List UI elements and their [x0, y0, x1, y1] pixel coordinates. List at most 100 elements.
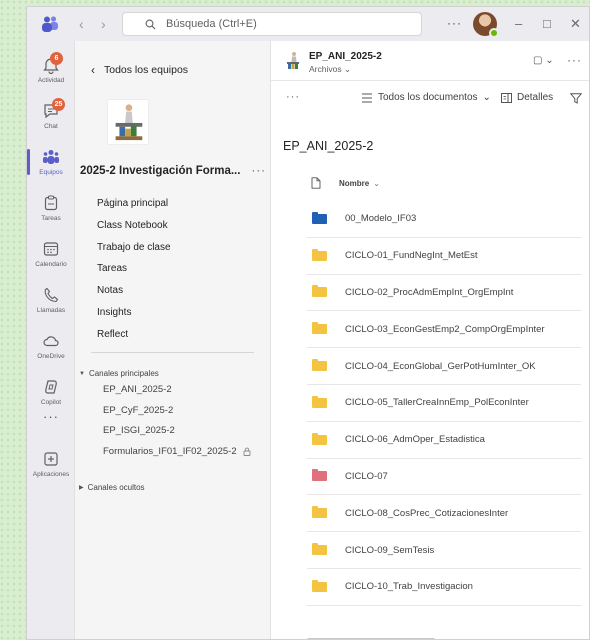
view-selector[interactable]: Todos los documentos ⌄ [361, 92, 491, 103]
folder-icon [312, 469, 327, 482]
details-button[interactable]: Detalles [501, 92, 553, 103]
details-pane-icon [501, 92, 512, 103]
files-toolbar: ··· Todos los documentos ⌄ Detalles [271, 81, 589, 115]
search-input[interactable]: Búsqueda (Ctrl+E) [122, 12, 422, 36]
app-activity-label: Actividad [37, 77, 65, 84]
meet-now-button[interactable]: ▢ ⌄ [533, 55, 554, 66]
all-teams-label: Todos los equipos [104, 64, 189, 76]
file-row[interactable]: CICLO-01_FundNegInt_MetEst [307, 238, 581, 275]
files-tab-dropdown[interactable]: Archivos ⌄ [309, 64, 351, 75]
app-calls[interactable]: Llamadas [27, 277, 75, 323]
folder-icon [312, 432, 327, 445]
maximize-button[interactable]: □ [543, 16, 551, 31]
file-row[interactable]: CICLO-03_EconGestEmp2_CompOrgEmpInter [307, 311, 581, 349]
folder-icon [312, 579, 327, 592]
app-teams[interactable]: Equipos [27, 139, 75, 185]
toolbar-more-button[interactable]: ··· [286, 91, 300, 103]
hidden-channels-toggle[interactable]: ▶ Canales ocultos [79, 483, 145, 492]
name-column-header[interactable]: Nombre ⌄ [311, 177, 380, 189]
main-channels-toggle[interactable]: ▼ Canales principales [79, 369, 159, 378]
file-name: CICLO-10_Trab_Investigacion [345, 581, 473, 593]
presence-available-icon [489, 28, 499, 38]
team-nav: Página principal Class Notebook Trabajo … [97, 193, 171, 346]
file-row[interactable]: CICLO-08_CosPrec_CotizacionesInter [307, 495, 581, 533]
app-calendar[interactable]: Calendario [27, 231, 75, 277]
file-type-icon [311, 177, 321, 189]
app-tasks[interactable]: Tareas [27, 185, 75, 231]
team-name-label: 2025-2 Investigación Forma... [80, 165, 241, 177]
channel-header: EP_ANI_2025-2 Archivos ⌄ ▢ ⌄ ··· [271, 41, 589, 81]
forward-arrow-button[interactable]: › [101, 16, 106, 32]
channel-item[interactable]: EP_ANI_2025-2 [103, 380, 251, 401]
file-row[interactable]: 00_Modelo_IF03 [307, 201, 581, 238]
file-name: CICLO-05_TallerCreaInnEmp_PolEconInter [345, 397, 529, 409]
app-activity[interactable]: 6 Actividad [27, 47, 75, 93]
file-row[interactable]: CICLO-09_SemTesis [307, 532, 581, 569]
nav-grades[interactable]: Notas [97, 280, 171, 302]
channel-item[interactable]: EP_CyF_2025-2 [103, 401, 251, 422]
file-row[interactable]: CICLO-07 [307, 459, 581, 496]
add-app-icon [44, 452, 58, 466]
calendar-icon [43, 242, 59, 256]
nav-classwork[interactable]: Trabajo de clase [97, 237, 171, 259]
file-row[interactable]: CICLO-04_EconGlobal_GerPotHumInter_OK [307, 348, 581, 385]
all-teams-link[interactable]: ‹ Todos los equipos [91, 63, 188, 77]
settings-more-button[interactable]: ··· [447, 16, 462, 30]
app-tasks-label: Tareas [41, 215, 61, 222]
divider [91, 352, 254, 353]
app-chat[interactable]: 25 Chat [27, 93, 75, 139]
file-name: 00_Modelo_IF03 [345, 213, 417, 225]
app-copilot-label: Copilot [40, 399, 62, 406]
back-arrow-button[interactable]: ‹ [79, 16, 84, 32]
teams-icon [43, 150, 59, 164]
app-bar: 6 Actividad 25 Chat Equipos Tareas Calen… [27, 41, 75, 639]
nav-class-notebook[interactable]: Class Notebook [97, 215, 171, 237]
folder-icon [312, 395, 327, 408]
file-name: CICLO-02_ProcAdmEmpInt_OrgEmpInt [345, 286, 514, 298]
channel-label: EP_ISGI_2025-2 [103, 425, 175, 436]
activity-badge: 6 [50, 52, 63, 65]
folder-icon [312, 248, 327, 261]
team-name[interactable]: 2025-2 Investigación Forma... ··· [80, 165, 266, 177]
lock-icon [243, 447, 251, 457]
channel-label: EP_ANI_2025-2 [103, 384, 172, 395]
file-row[interactable]: CICLO-05_TallerCreaInnEmp_PolEconInter [307, 385, 581, 422]
folder-icon [312, 285, 327, 298]
channel-list: EP_ANI_2025-2 EP_CyF_2025-2 EP_ISGI_2025… [103, 380, 251, 462]
folder-title: EP_ANI_2025-2 [283, 139, 374, 153]
sort-chevron-icon: ⌄ [373, 178, 380, 188]
caret-right-icon: ▶ [79, 485, 84, 491]
app-applications[interactable]: Aplicaciones [27, 441, 75, 487]
more-apps-button[interactable]: ··· [27, 409, 75, 424]
file-row[interactable]: CICLO-10_Trab_Investigacion [307, 569, 581, 606]
channel-item[interactable]: Formularios_IF01_IF02_2025-2 [103, 442, 251, 463]
channel-item[interactable]: EP_ISGI_2025-2 [103, 421, 251, 442]
channel-team-icon [287, 52, 299, 69]
folder-icon [312, 211, 327, 224]
teams-logo-icon [42, 16, 58, 32]
file-name: CICLO-06_AdmOper_Estadistica [345, 434, 485, 446]
nav-assignments[interactable]: Tareas [97, 258, 171, 280]
nav-insights[interactable]: Insights [97, 302, 171, 324]
app-onedrive[interactable]: OneDrive [27, 323, 75, 369]
filter-icon[interactable] [570, 93, 582, 104]
profile-avatar[interactable] [473, 12, 499, 38]
file-row[interactable]: CICLO-06_AdmOper_Estadistica [307, 422, 581, 459]
phone-icon [44, 287, 59, 303]
tasks-icon [44, 195, 58, 211]
header-more-button[interactable]: ··· [567, 53, 582, 67]
files-pane: EP_ANI_2025-2 Archivos ⌄ ▢ ⌄ ··· ··· Tod… [271, 41, 589, 639]
app-applications-label: Aplicaciones [32, 471, 70, 478]
app-chat-label: Chat [44, 123, 58, 130]
nav-reflect[interactable]: Reflect [97, 324, 171, 346]
file-row[interactable]: CICLO-02_ProcAdmEmpInt_OrgEmpInt [307, 275, 581, 312]
chevron-down-icon: ⌄ [482, 92, 491, 103]
nav-home[interactable]: Página principal [97, 193, 171, 215]
close-button[interactable]: ✕ [570, 16, 581, 32]
team-more-button[interactable]: ··· [252, 165, 267, 177]
file-name: CICLO-09_SemTesis [345, 544, 435, 556]
app-calls-label: Llamadas [36, 307, 66, 314]
details-label: Detalles [517, 92, 554, 103]
caret-down-icon: ▼ [79, 370, 85, 377]
minimize-button[interactable]: – [515, 16, 522, 31]
